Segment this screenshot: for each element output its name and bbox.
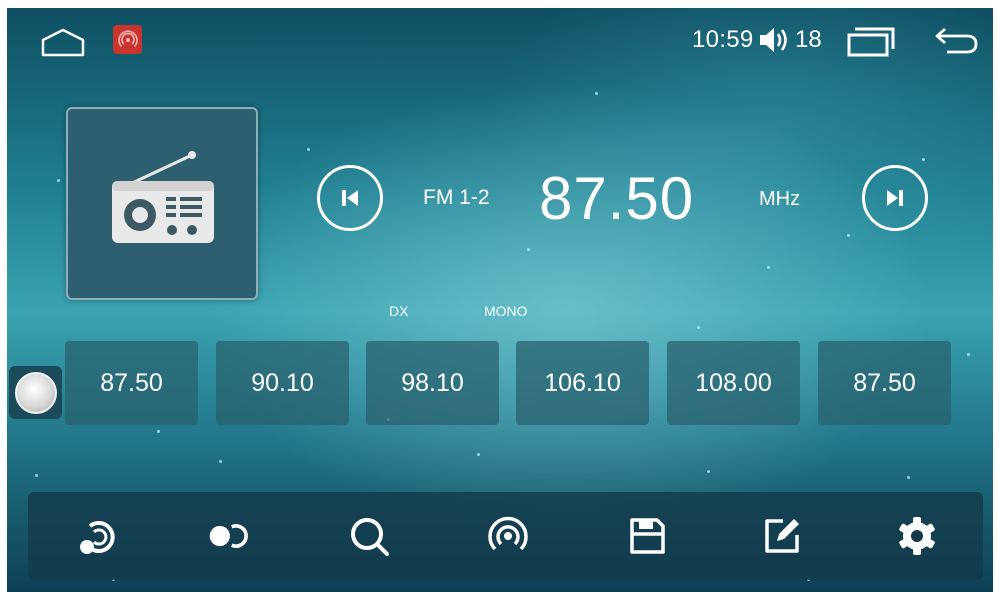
background-sparkle	[219, 460, 222, 463]
frequency-unit: MHz	[759, 188, 801, 210]
broadcast-icon	[488, 516, 528, 551]
radio-app-icon[interactable]	[113, 25, 142, 54]
album-art	[66, 107, 258, 300]
floating-assist-button[interactable]	[9, 366, 62, 419]
volume-icon[interactable]	[758, 25, 792, 60]
settings-icon	[899, 517, 935, 555]
background-sparkle	[907, 476, 910, 479]
edit-icon	[765, 519, 799, 553]
background-sparkle	[157, 430, 160, 433]
preset-button-4[interactable]: 106.10	[516, 341, 649, 425]
radio-icon	[112, 151, 214, 243]
background-sparkle	[57, 179, 60, 182]
save-icon	[630, 518, 665, 554]
recent-apps-icon[interactable]	[847, 25, 895, 62]
seek-next-button[interactable]	[862, 165, 928, 231]
skip-next-icon	[887, 190, 903, 206]
volume-level: 18	[795, 26, 822, 53]
preset-button-5[interactable]: 108.00	[667, 341, 800, 425]
edit-button[interactable]	[759, 513, 805, 559]
background-sparkle	[595, 92, 598, 95]
preset-button-6[interactable]: 87.50	[818, 341, 951, 425]
background-sparkle	[707, 470, 710, 473]
background-sparkle	[847, 234, 850, 237]
background-sparkle	[35, 474, 38, 477]
seek-previous-button[interactable]	[317, 165, 383, 231]
mono-indicator: MONO	[484, 303, 528, 319]
background-sparkle	[697, 326, 700, 329]
background-sparkle	[767, 266, 770, 269]
radio-screen: 10:59 18 FM 1-2 87.50 MHz DX MONO 87.50 …	[7, 8, 993, 592]
toggle-icon	[209, 524, 248, 548]
background-sparkle	[527, 248, 530, 251]
background-sparkle	[477, 453, 480, 456]
search-button[interactable]	[346, 513, 392, 559]
loop-scan-icon	[80, 521, 115, 554]
broadcast-button[interactable]	[485, 513, 531, 559]
search-icon	[351, 518, 389, 556]
preset-button-3[interactable]: 98.10	[366, 341, 499, 425]
background-sparkle	[922, 158, 925, 161]
skip-previous-icon	[342, 190, 358, 206]
background-sparkle	[967, 353, 970, 356]
preset-button-2[interactable]: 90.10	[216, 341, 349, 425]
settings-button[interactable]	[894, 513, 940, 559]
save-button[interactable]	[624, 513, 670, 559]
home-icon[interactable]	[41, 27, 85, 62]
clock: 10:59	[692, 26, 754, 53]
loop-scan-button[interactable]	[75, 513, 121, 559]
bottom-toolbar	[28, 492, 983, 580]
dx-indicator: DX	[389, 303, 409, 319]
preset-button-1[interactable]: 87.50	[65, 341, 198, 425]
background-sparkle	[307, 148, 310, 151]
back-icon[interactable]	[933, 25, 979, 60]
band-label[interactable]: FM 1-2	[423, 186, 490, 210]
assist-knob	[14, 371, 57, 414]
current-frequency: 87.50	[539, 165, 695, 232]
toggle-button[interactable]	[206, 513, 252, 559]
